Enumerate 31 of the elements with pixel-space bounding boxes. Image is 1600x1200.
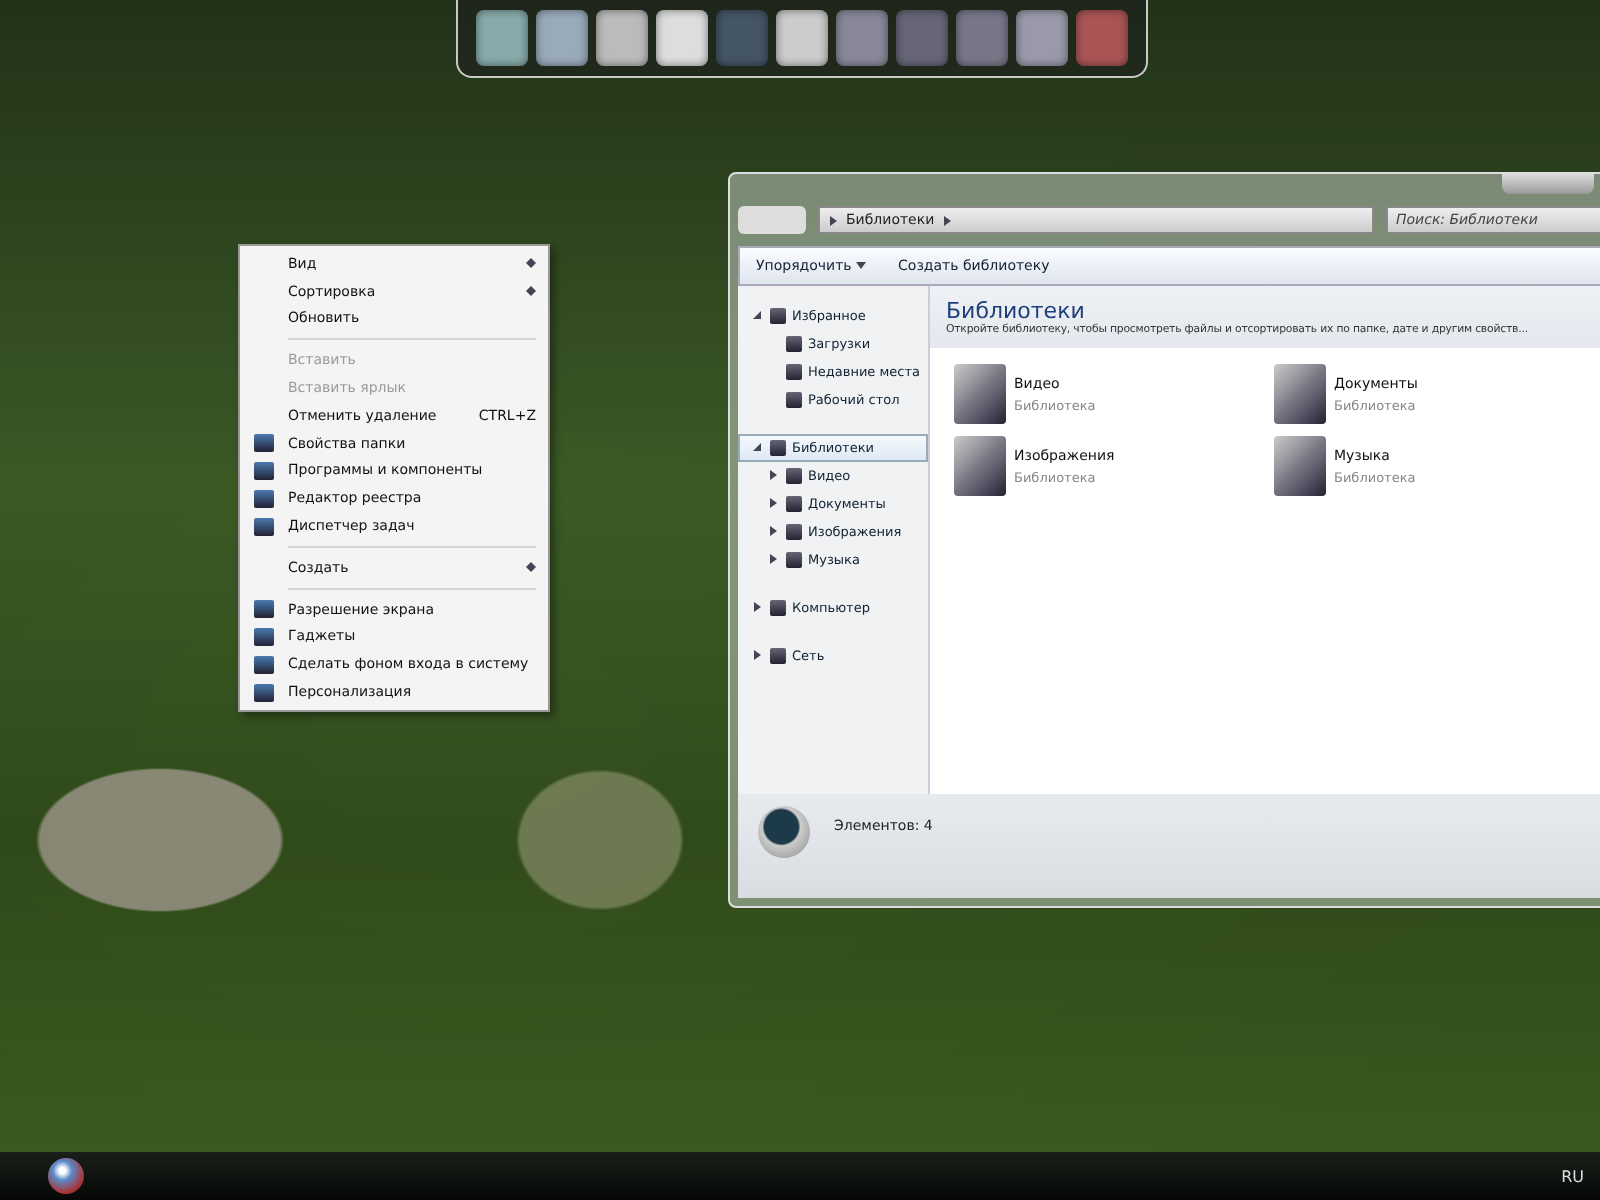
app-icon[interactable] [956, 10, 1008, 66]
submenu-icon [526, 562, 536, 573]
expand-icon [768, 469, 778, 479]
collapse-icon [752, 441, 762, 451]
window-controls[interactable] [1502, 174, 1594, 194]
app-icon[interactable] [656, 10, 708, 66]
dropdown-icon [856, 260, 867, 270]
folder-icon [770, 648, 786, 664]
submenu-icon [526, 258, 536, 269]
expand-icon [768, 553, 778, 563]
app-icon[interactable] [1016, 10, 1068, 66]
expand-icon [752, 601, 762, 611]
app-icon[interactable] [896, 10, 948, 66]
page-title: Библиотеки [946, 298, 1085, 324]
app-icon[interactable] [836, 10, 888, 66]
chevron-icon [828, 215, 838, 225]
app-icon[interactable] [716, 10, 768, 66]
app-icon[interactable] [596, 10, 648, 66]
language-indicator[interactable]: RU [1561, 1167, 1584, 1185]
submenu-icon [526, 286, 536, 297]
chevron-icon [942, 215, 953, 225]
expand-icon [768, 525, 778, 535]
app-icon[interactable] [536, 10, 588, 66]
folder-icon [770, 600, 786, 616]
expand-icon [768, 497, 778, 507]
app-icon[interactable] [1076, 10, 1128, 66]
app-icon[interactable] [776, 10, 828, 66]
app-icon[interactable] [476, 10, 528, 66]
start-button[interactable] [48, 1158, 84, 1194]
expand-icon [752, 649, 762, 659]
collapse-icon [752, 309, 762, 319]
